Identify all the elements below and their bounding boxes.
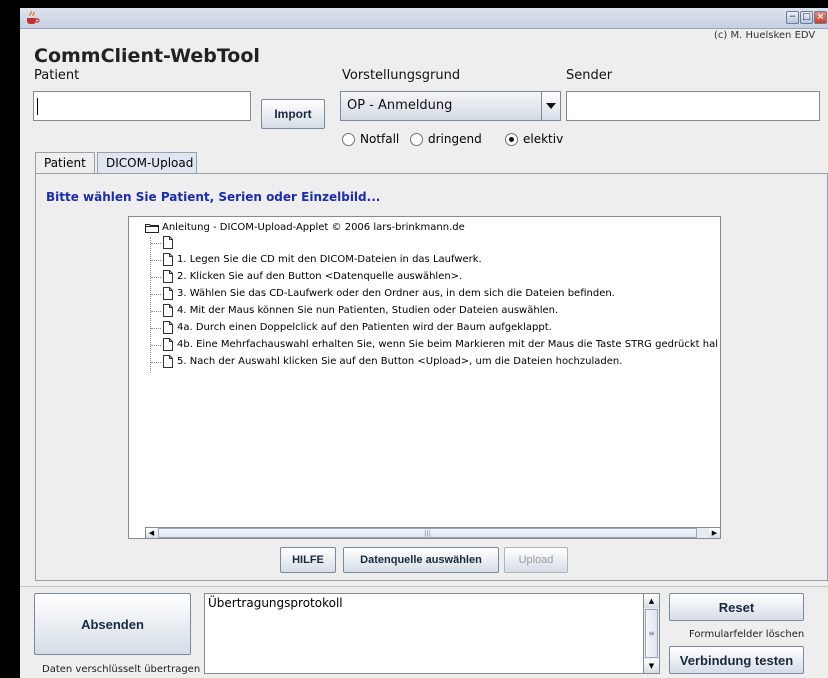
radio-circle-icon [342, 132, 355, 146]
tree-item[interactable]: 2. Klicken Sie auf den Button <Datenquel… [163, 270, 462, 283]
tree-branch [151, 294, 161, 295]
radio-dringend-label: dringend [428, 132, 482, 146]
divider [20, 586, 828, 587]
document-icon [163, 270, 173, 283]
tree-branch [151, 345, 161, 346]
sender-label: Sender [566, 68, 613, 83]
instruction-tree[interactable]: Anleitung - DICOM-Upload-Applet © 2006 l… [128, 216, 721, 539]
tree-item-label: 2. Klicken Sie auf den Button <Datenquel… [177, 271, 463, 282]
tree-branch [151, 243, 161, 244]
tree-item-label: 4a. Durch einen Doppelclick auf den Pati… [177, 322, 552, 333]
folder-icon [145, 223, 159, 233]
tree-item[interactable]: 1. Legen Sie die CD mit den DICOM-Dateie… [163, 253, 482, 266]
scrollbar-thumb[interactable]: ||| [158, 528, 697, 538]
import-button[interactable]: Import [261, 99, 325, 129]
scroll-up-icon[interactable]: ▲ [644, 594, 659, 608]
document-icon [163, 253, 173, 266]
copyright-text: (c) M. Huelsken EDV [714, 30, 816, 41]
horizontal-scrollbar[interactable]: ◀ ||| ▶ [145, 527, 721, 539]
tree-branch [151, 277, 161, 278]
tree-root-label: Anleitung - DICOM-Upload-Applet © 2006 l… [162, 222, 465, 233]
reason-label: Vorstellungsgrund [342, 68, 461, 83]
java-icon [27, 10, 40, 24]
tree-branch [151, 260, 161, 261]
radio-dringend[interactable]: dringend [410, 132, 482, 146]
radio-notfall-label: Notfall [360, 132, 400, 146]
scroll-right-icon[interactable]: ▶ [709, 528, 720, 538]
radio-selected-icon [505, 132, 518, 146]
document-icon [163, 355, 173, 368]
upload-button[interactable]: Upload [504, 547, 568, 573]
sender-input[interactable] [566, 91, 820, 121]
document-icon [163, 287, 173, 300]
scroll-left-icon[interactable]: ◀ [146, 528, 157, 538]
reason-select[interactable]: OP - Anmeldung [340, 91, 561, 121]
tree-item[interactable]: 4a. Durch einen Doppelclick auf den Pati… [163, 321, 552, 334]
help-button[interactable]: HILFE [280, 547, 336, 573]
tree-item-label: 3. Wählen Sie das CD-Laufwerk oder den O… [177, 288, 615, 299]
radio-circle-icon [410, 132, 423, 146]
tree-item-label: 5. Nach der Auswahl klicken Sie auf den … [177, 356, 623, 367]
test-connection-button[interactable]: Verbindung testen [669, 646, 804, 674]
reset-button[interactable]: Reset [669, 593, 804, 621]
tree-connector [150, 237, 151, 373]
tree-item[interactable]: 3. Wählen Sie das CD-Laufwerk oder den O… [163, 287, 615, 300]
tree-item[interactable]: 5. Nach der Auswahl klicken Sie auf den … [163, 355, 622, 368]
radio-elektiv-label: elektiv [523, 132, 564, 146]
tab-patient[interactable]: Patient [35, 152, 95, 173]
app-title: CommClient-WebTool [34, 45, 260, 67]
document-icon [163, 321, 173, 334]
maximize-button[interactable]: □ [800, 11, 813, 24]
minimize-button[interactable]: − [786, 11, 799, 24]
reason-select-value: OP - Anmeldung [347, 98, 453, 113]
patient-input[interactable] [33, 91, 251, 121]
transfer-log[interactable]: Übertragungsprotokoll ▲ ≡ ▼ [204, 593, 660, 674]
send-note: Daten verschlüsselt übertragen [42, 664, 201, 675]
tab-dicom-upload[interactable]: DICOM-Upload [97, 152, 197, 173]
scroll-down-icon[interactable]: ▼ [644, 659, 659, 673]
tree-item-label: 1. Legen Sie die CD mit den DICOM-Dateie… [177, 254, 482, 265]
transfer-log-text: Übertragungsprotokoll [208, 596, 343, 610]
tree-item-label: 4. Mit der Maus können Sie nun Patienten… [177, 305, 559, 316]
tree-branch [151, 328, 161, 329]
radio-notfall[interactable]: Notfall [342, 132, 399, 146]
tree-item-label: 4b. Eine Mehrfachauswahl erhalten Sie, w… [177, 339, 719, 350]
send-button[interactable]: Absenden [34, 593, 191, 655]
text-caret [37, 98, 38, 115]
vertical-scrollbar[interactable]: ▲ ≡ ▼ [643, 594, 659, 673]
reset-note: Formularfelder löschen [689, 629, 805, 640]
tree-branch [151, 311, 161, 312]
tree-root[interactable]: Anleitung - DICOM-Upload-Applet © 2006 l… [145, 222, 465, 233]
radio-elektiv[interactable]: elektiv [505, 132, 563, 146]
document-icon [163, 236, 173, 249]
choose-source-button[interactable]: Datenquelle auswählen [343, 547, 499, 573]
document-icon [163, 338, 173, 351]
tree-item[interactable]: 4. Mit der Maus können Sie nun Patienten… [163, 304, 558, 317]
app-window: − □ × (c) M. Huelsken EDV CommClient-Web… [20, 8, 828, 678]
scrollbar-thumb[interactable]: ≡ [645, 609, 658, 658]
selection-hint: Bitte wählen Sie Patient, Serien oder Ei… [46, 190, 381, 204]
document-icon [163, 304, 173, 317]
chevron-down-icon[interactable] [541, 92, 560, 120]
close-button[interactable]: × [814, 11, 827, 24]
tree-item[interactable]: 4b. Eine Mehrfachauswahl erhalten Sie, w… [163, 338, 718, 351]
title-bar: − □ × [20, 8, 828, 29]
patient-label: Patient [34, 68, 80, 83]
tree-branch [151, 362, 161, 363]
tree-item[interactable] [163, 236, 177, 249]
